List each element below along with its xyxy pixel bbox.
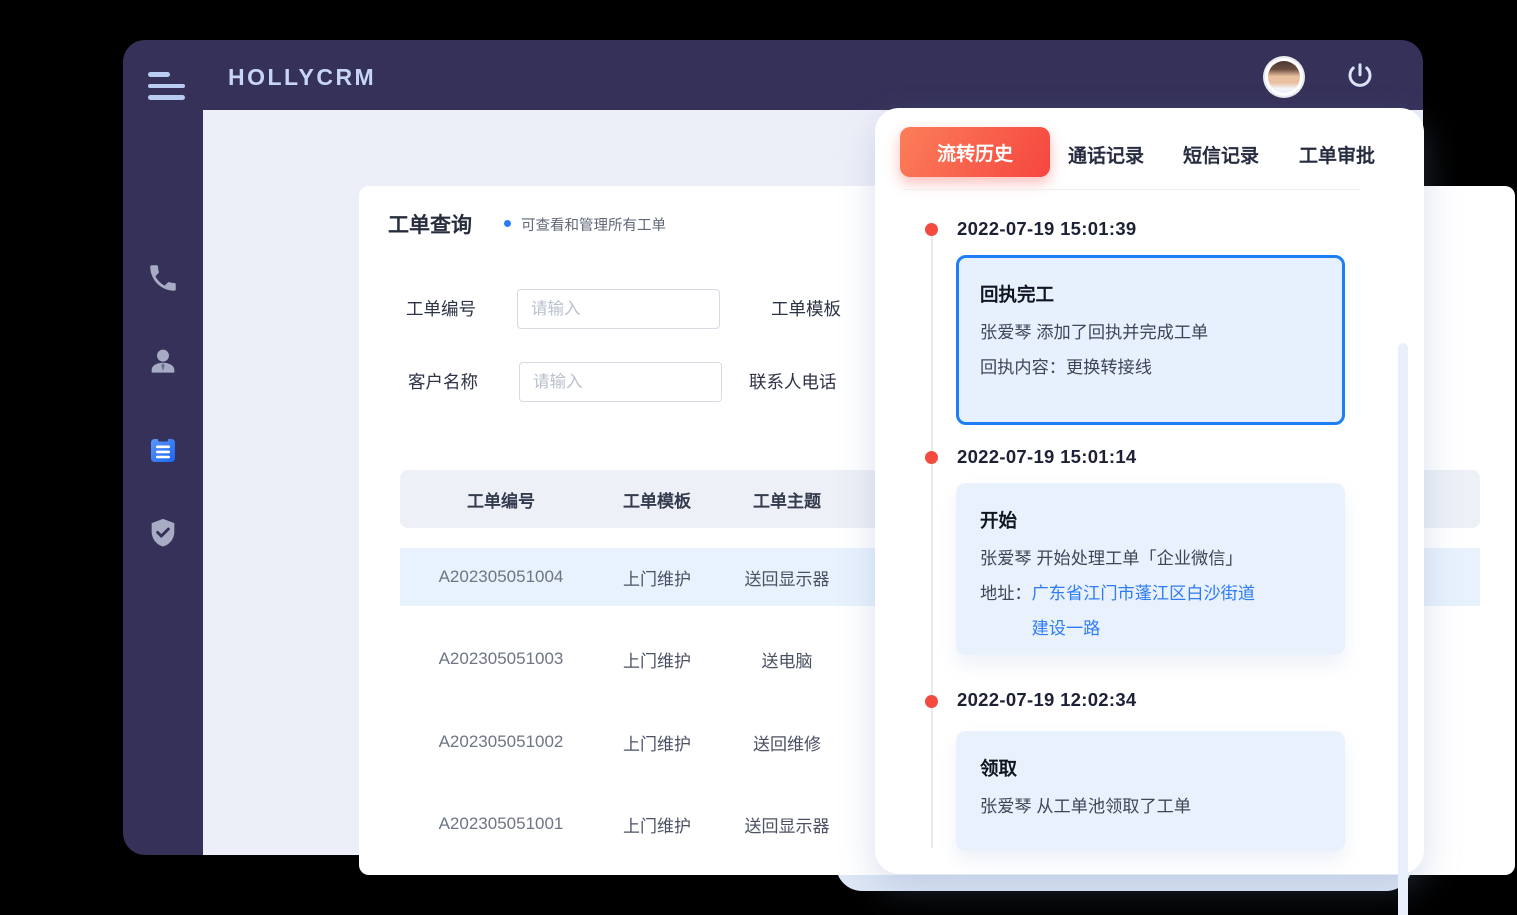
- sidebar-item-calls[interactable]: [146, 261, 180, 295]
- user-icon: [146, 345, 180, 379]
- timeline-dot-icon: [925, 695, 938, 708]
- power-icon[interactable]: [1345, 61, 1375, 91]
- timeline-card-title: 领取: [980, 755, 1321, 781]
- address-link[interactable]: 广东省江门市蓬江区白沙街道建设一路: [1032, 576, 1260, 646]
- avatar[interactable]: [1265, 58, 1303, 96]
- avatar-photo: [1268, 61, 1300, 93]
- timeline-timestamp: 2022-07-19 15:01:39: [957, 218, 1137, 240]
- field-label-template: 工单模板: [771, 289, 841, 329]
- page-title: 工单查询: [388, 209, 472, 239]
- col-header-subject: 工单主题: [712, 487, 862, 512]
- timeline-card-title: 回执完工: [980, 281, 1321, 307]
- sidebar-item-security[interactable]: [146, 516, 180, 550]
- timeline-dot-icon: [925, 451, 938, 464]
- timeline-card-start: 开始 张爱琴 开始处理工单「企业微信」 地址： 广东省江门市蓬江区白沙街道建设一…: [956, 483, 1345, 655]
- timeline-card-title: 开始: [980, 507, 1321, 533]
- tab-sms-records[interactable]: 短信记录: [1183, 141, 1259, 168]
- tab-call-records[interactable]: 通话记录: [1068, 141, 1144, 168]
- timeline-card-receipt-complete: 回执完工 张爱琴 添加了回执并完成工单 回执内容：更换转接线: [956, 255, 1345, 425]
- page-subtitle: 可查看和管理所有工单: [521, 214, 666, 235]
- menu-icon[interactable]: [148, 72, 186, 102]
- tab-order-approval[interactable]: 工单审批: [1299, 141, 1375, 168]
- order-id-input[interactable]: [517, 289, 720, 329]
- timeline-timestamp: 2022-07-19 12:02:34: [957, 689, 1137, 711]
- field-label-customer: 客户名称: [408, 362, 478, 402]
- history-panel: 流转历史 通话记录 短信记录 工单审批 2022-07-19 15:01:39 …: [875, 108, 1424, 874]
- timeline-card-claim: 领取 张爱琴 从工单池领取了工单: [956, 731, 1345, 851]
- clipboard-icon: [146, 432, 180, 466]
- app-brand: HOLLYCRM: [228, 64, 376, 91]
- sidebar-item-customers[interactable]: [146, 345, 180, 379]
- timeline-timestamp: 2022-07-19 15:01:14: [957, 446, 1137, 468]
- customer-name-input[interactable]: [519, 362, 722, 402]
- address-label: 地址：: [980, 576, 1032, 611]
- timeline-line: [931, 236, 933, 848]
- field-label-order-id: 工单编号: [406, 289, 476, 329]
- col-header-order-id: 工单编号: [400, 487, 602, 512]
- tab-divider: [903, 189, 1360, 190]
- sidebar-item-workorders[interactable]: [146, 432, 180, 466]
- tab-flow-history[interactable]: 流转历史: [900, 127, 1050, 177]
- stage: HOLLYCRM: [0, 0, 1517, 915]
- phone-icon: [146, 261, 180, 295]
- panel-scrollbar[interactable]: [1398, 343, 1408, 915]
- field-label-contact-phone: 联系人电话: [749, 362, 837, 402]
- title-dot-icon: [504, 220, 511, 227]
- col-header-template: 工单模板: [602, 487, 712, 512]
- shield-icon: [146, 516, 180, 550]
- timeline-dot-icon: [925, 223, 938, 236]
